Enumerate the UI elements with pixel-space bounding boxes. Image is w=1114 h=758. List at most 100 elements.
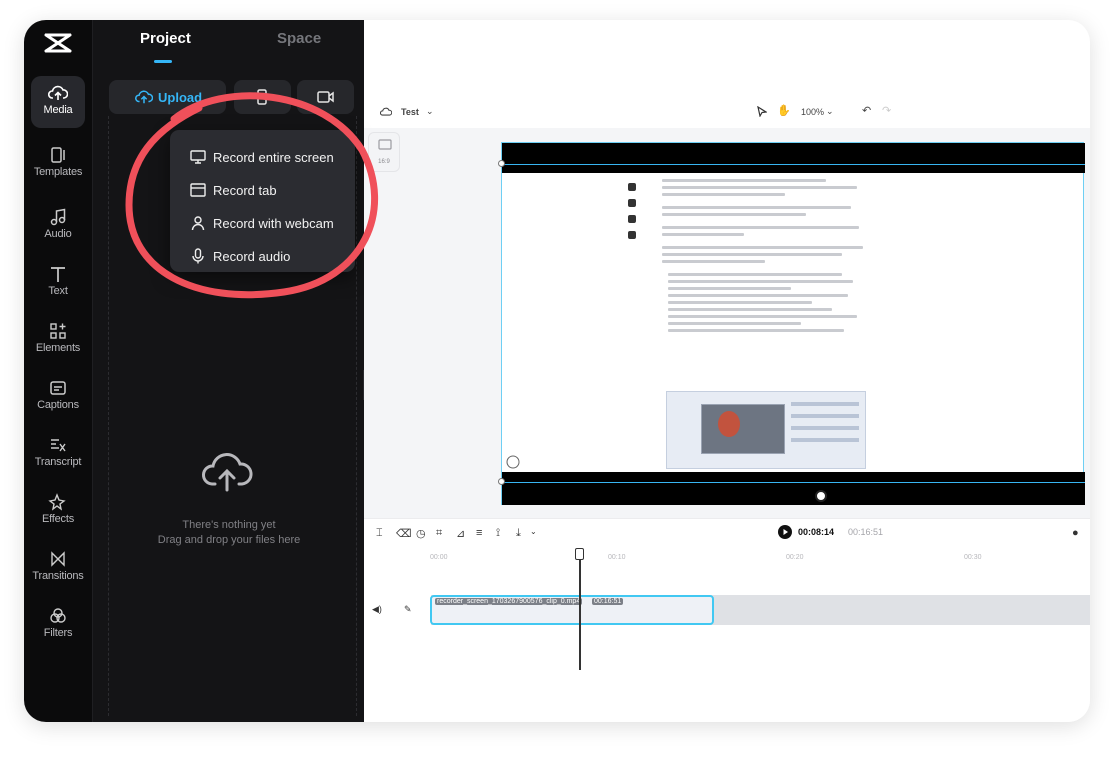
rotate-handle-icon[interactable]: [815, 490, 827, 502]
video-camera-icon: [317, 91, 334, 103]
total-duration: 00:16:51: [848, 527, 884, 537]
aspect-ratio-label: 16:9: [378, 159, 390, 165]
pointer-icon[interactable]: [757, 106, 767, 117]
monitor-icon: [190, 150, 206, 164]
playhead[interactable]: [579, 548, 581, 670]
cloud-upload-icon: [202, 453, 253, 492]
aspect-ratio-button[interactable]: 16:9: [368, 132, 400, 172]
menu-item-label: Record with webcam: [213, 216, 334, 231]
filters-icon: [50, 608, 66, 623]
subtitle-icon[interactable]: ≡: [476, 527, 482, 539]
clip-duration: 00:16:51: [592, 598, 624, 605]
empty-state-title: There's nothing yet: [182, 519, 276, 531]
play-button[interactable]: [778, 525, 792, 539]
clip-label: recorder_screen_1703267900576_clip_0.mp4: [435, 598, 583, 605]
text-icon: [51, 267, 65, 282]
resize-handle[interactable]: [498, 160, 505, 167]
split-icon[interactable]: ⌶: [376, 527, 383, 540]
document-content: [662, 175, 867, 336]
undo-icon[interactable]: ↶: [862, 104, 871, 117]
volume-icon[interactable]: ◀): [372, 604, 382, 615]
browser-tab-icon: [190, 183, 206, 197]
ruler-tick: 00:10: [608, 554, 626, 561]
trim-icon[interactable]: ⟟: [496, 527, 500, 540]
transitions-icon: [51, 551, 65, 567]
zoom-level[interactable]: 100%: [801, 107, 824, 117]
left-rail: Media Templates Audio Text Elements Capt…: [24, 20, 92, 722]
panel-divider-right: [356, 116, 357, 716]
download-icon[interactable]: ⤓: [516, 527, 521, 540]
rail-item-audio[interactable]: Audio: [31, 200, 85, 252]
embedded-screenshot: [666, 391, 866, 469]
rail-label-media: Media: [43, 104, 73, 116]
redo-icon[interactable]: ↷: [882, 104, 891, 117]
menu-item-label: Record audio: [213, 249, 291, 264]
resize-handle[interactable]: [498, 478, 505, 485]
rail-label-templates: Templates: [33, 166, 83, 178]
rail-item-transitions[interactable]: Transitions: [31, 542, 85, 594]
letterbox-bottom: [502, 472, 1085, 505]
rail-item-elements[interactable]: Elements: [31, 314, 85, 366]
cloud-sync-icon[interactable]: [380, 106, 392, 117]
aspect-ratio-icon: [378, 139, 392, 150]
rail-item-media[interactable]: Media: [31, 76, 85, 128]
edit-icon[interactable]: ✎: [404, 604, 412, 615]
rail-item-templates[interactable]: Templates: [31, 138, 85, 190]
menu-item-record-entire-screen[interactable]: Record entire screen: [170, 142, 355, 172]
microphone-icon: [192, 248, 204, 264]
rail-label-text: Text: [48, 285, 68, 297]
hand-icon[interactable]: ✋: [777, 104, 791, 117]
mirror-icon[interactable]: ⊿: [456, 527, 465, 540]
project-name[interactable]: Test: [401, 107, 419, 117]
empty-state-hint: Drag and drop your files here: [157, 534, 301, 546]
music-note-icon: [50, 208, 66, 226]
upload-label: Upload: [158, 90, 203, 105]
guide-line: [502, 482, 1085, 483]
letterbox-top: [502, 143, 1085, 173]
upload-button[interactable]: Upload: [109, 80, 226, 114]
tab-project[interactable]: Project: [140, 30, 191, 47]
rail-item-transcript[interactable]: Transcript: [31, 428, 85, 480]
rail-item-effects[interactable]: Effects: [31, 485, 85, 537]
timeline-toolbar: ⌶ ⌫ ◷ ⌗ ⊿ ≡ ⟟ ⤓ ⌄ 00:08:14 00:16:51 ●: [364, 518, 1090, 548]
menu-item-record-audio[interactable]: Record audio: [170, 241, 355, 271]
play-icon: [783, 529, 788, 535]
captions-icon: [50, 381, 66, 395]
capcut-logo: [44, 33, 72, 53]
menu-item-record-with-webcam[interactable]: Record with webcam: [170, 208, 355, 238]
panel-divider-left: [108, 116, 109, 716]
menu-item-record-tab[interactable]: Record tab: [170, 175, 355, 205]
video-preview[interactable]: [498, 142, 1085, 505]
phone-upload-button[interactable]: [234, 80, 291, 114]
crop-icon[interactable]: ⌗: [436, 527, 442, 540]
current-time: 00:08:14: [798, 527, 835, 537]
microphone-icon[interactable]: ●: [1072, 527, 1079, 539]
transcript-icon: [51, 439, 66, 452]
tab-space[interactable]: Space: [277, 30, 321, 47]
video-clip[interactable]: recorder_screen_1703267900576_clip_0.mp4…: [430, 595, 714, 625]
social-icons: [628, 183, 637, 247]
record-dropdown: Record entire screen Record tab Record w…: [170, 130, 355, 272]
chevron-down-icon[interactable]: ⌄: [530, 527, 537, 536]
rail-item-text[interactable]: Text: [31, 257, 85, 309]
rail-label-captions: Captions: [37, 399, 79, 411]
active-tab-underline: [154, 60, 172, 63]
playhead-handle[interactable]: [575, 548, 584, 560]
rail-label-elements: Elements: [35, 342, 81, 354]
phone-icon: [257, 89, 267, 105]
record-button[interactable]: [297, 80, 354, 114]
rail-label-transitions: Transitions: [32, 570, 84, 582]
editor-toolbar: Test ⌄ ✋ 100% ⌄ ↶ ↷: [364, 98, 1090, 124]
rail-label-effects: Effects: [41, 513, 75, 525]
timeline: 00:00 00:10 00:20 00:30 ◀) ✎ recorder_sc…: [364, 548, 1090, 722]
chevron-down-icon[interactable]: ⌄: [426, 106, 434, 117]
cloud-upload-icon: [135, 90, 153, 104]
chevron-down-icon[interactable]: ⌄: [826, 106, 834, 117]
rail-item-captions[interactable]: Captions: [31, 371, 85, 423]
freeze-icon[interactable]: ◷: [416, 527, 426, 540]
delete-icon[interactable]: ⌫: [396, 527, 412, 540]
rail-item-filters[interactable]: Filters: [31, 599, 85, 651]
webcam-overlay-icon: [506, 455, 520, 469]
cloud-upload-icon: [48, 85, 68, 100]
ruler-tick: 00:20: [786, 554, 804, 561]
